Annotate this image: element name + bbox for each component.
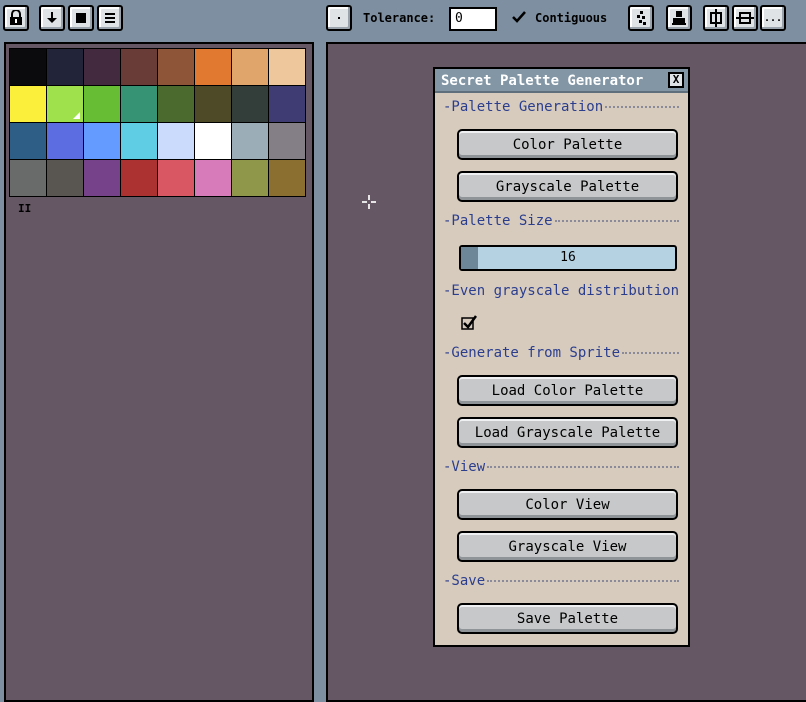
palette-swatch[interactable] [269,86,305,122]
import-button[interactable] [39,5,65,31]
panel-splitter[interactable] [314,38,326,698]
dither-icon [637,11,646,25]
palette-size-slider[interactable]: 16 [459,245,677,271]
section-palette-size: -Palette Size [443,213,679,229]
close-button[interactable]: X [668,72,684,88]
palette-swatch[interactable] [121,160,157,196]
dialog-title-bar[interactable]: Secret Palette Generator X [435,69,688,93]
more-button[interactable]: ... [760,5,786,31]
palette-swatch[interactable] [84,123,120,159]
palette-name-label: II [18,202,32,215]
color-palette-button[interactable]: Color Palette [457,129,678,160]
section-label: -View [443,459,486,475]
menu-button[interactable] [97,5,123,31]
palette-swatch[interactable] [84,49,120,85]
palette-swatch[interactable] [121,49,157,85]
square-icon [76,13,86,23]
palette-swatch[interactable] [269,49,305,85]
load-color-palette-button[interactable]: Load Color Palette [457,375,678,406]
palette-swatch[interactable] [232,123,268,159]
section-even-grayscale: -Even grayscale distribution [443,283,679,299]
section-save: -Save [443,573,679,589]
lock-button[interactable] [3,5,29,31]
palette-swatch[interactable] [195,49,231,85]
tolerance-label: Tolerance: [363,11,436,25]
save-palette-button[interactable]: Save Palette [457,603,678,634]
dot-icon [338,17,340,19]
mirror-horizontal-icon [736,12,754,24]
palette-swatch[interactable] [10,86,46,122]
dialog-title: Secret Palette Generator [441,73,644,89]
palette-swatch[interactable] [47,86,83,122]
palette-size-value: 16 [560,250,576,265]
palette-swatch[interactable] [195,86,231,122]
contiguous-label: Contiguous [535,11,608,25]
palette-swatch[interactable] [47,49,83,85]
check-icon [512,11,526,23]
contiguous-checkbox[interactable] [511,9,527,25]
palette-swatch[interactable] [121,123,157,159]
lock-icon [10,10,22,25]
palette-swatch[interactable] [158,49,194,85]
palette-swatch[interactable] [10,160,46,196]
download-icon [47,12,57,23]
palette-panel: II [4,42,314,702]
palette-swatch[interactable] [158,123,194,159]
palette-swatch[interactable] [121,86,157,122]
palette-swatch[interactable] [232,49,268,85]
section-label: -Save [443,573,486,589]
palette-swatch[interactable] [195,160,231,196]
secret-palette-generator-dialog: Secret Palette Generator X -Palette Gene… [433,67,690,647]
palette-swatch[interactable] [195,123,231,159]
grayscale-view-button[interactable]: Grayscale View [457,531,678,562]
palette-swatch[interactable] [269,123,305,159]
stamp-icon [672,11,686,25]
section-generate-from-sprite: -Generate from Sprite [443,345,679,361]
menu-icon [105,13,115,23]
section-view: -View [443,459,679,475]
pixel-mode-button[interactable] [326,5,352,31]
section-label: -Generate from Sprite [443,345,621,361]
load-grayscale-palette-button[interactable]: Load Grayscale Palette [457,417,678,448]
check-icon [461,315,478,330]
mirror-x-button[interactable] [703,5,729,31]
palette-swatch[interactable] [232,160,268,196]
palette-swatch[interactable] [47,160,83,196]
mirror-vertical-icon [710,9,722,27]
section-label: -Palette Generation [443,99,604,115]
section-palette-generation: -Palette Generation [443,99,679,115]
save-square-button[interactable] [68,5,94,31]
palette-swatch[interactable] [47,123,83,159]
mirror-y-button[interactable] [732,5,758,31]
palette-swatch[interactable] [158,160,194,196]
palette-swatch[interactable] [84,86,120,122]
grayscale-palette-button[interactable]: Grayscale Palette [457,171,678,202]
shading-tool-button[interactable] [628,5,654,31]
swatch-grid [9,48,306,197]
crosshair-cursor-icon [362,195,376,212]
even-grayscale-checkbox[interactable] [461,314,478,334]
palette-swatch[interactable] [84,160,120,196]
section-label: -Palette Size [443,213,553,229]
palette-swatch[interactable] [269,160,305,196]
palette-swatch[interactable] [10,49,46,85]
palette-swatch[interactable] [158,86,194,122]
section-label: -Even grayscale distribution [443,283,680,299]
color-view-button[interactable]: Color View [457,489,678,520]
palette-swatch[interactable] [10,123,46,159]
palette-swatch[interactable] [232,86,268,122]
tolerance-input[interactable]: 0 [449,7,497,31]
stamp-tool-button[interactable] [666,5,692,31]
